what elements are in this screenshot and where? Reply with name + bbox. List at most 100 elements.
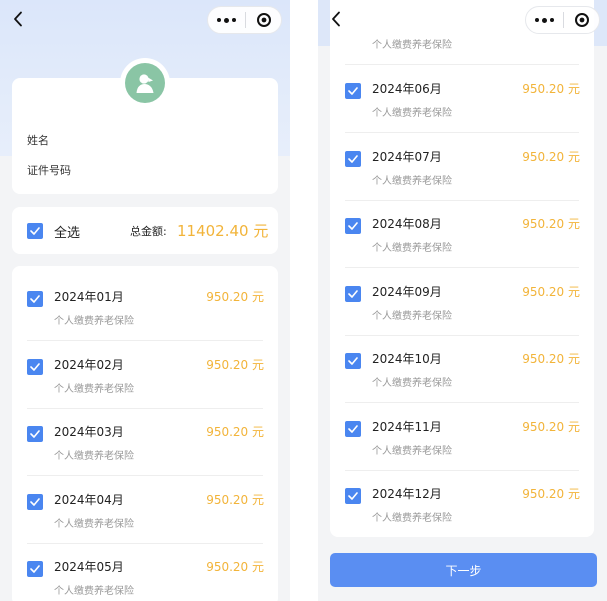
list-item[interactable]: 2024年05月 950.20 元个人缴费养老保险 [12,544,278,601]
list-item[interactable]: 2024年03月 950.20 元个人缴费养老保险 [12,409,278,476]
select-all-bar: 全选 总金额: 11402.40 元 [12,207,278,254]
checkmark-icon [30,227,40,235]
chevron-left-icon [14,11,22,27]
item-checkbox[interactable] [345,218,361,234]
checkmark-icon [30,295,40,303]
checkmark-icon [30,565,40,573]
item-amount: 950.20 元 [206,357,264,372]
item-checkbox[interactable] [345,83,361,99]
list-item[interactable]: 2024年07月 950.20 元个人缴费养老保险 [330,134,594,201]
list-item[interactable]: 2024年01月 950.20 元个人缴费养老保险 [12,274,278,341]
checkmark-icon [30,430,40,438]
item-month: 2024年05月 [54,560,124,574]
item-description: 个人缴费养老保险 [372,175,452,187]
name-label: 姓名 [27,134,49,147]
item-amount: 950.20 元 [206,425,264,439]
checkmark-icon [348,289,358,298]
item-description: 个人缴费养老保险 [54,451,134,462]
item-description: 个人缴费养老保险 [54,383,134,395]
item-month: 2024年03月 [54,425,124,439]
item-description: 个人缴费养老保险 [54,316,134,327]
item-month: 2024年11月 [372,419,442,434]
item-checkbox[interactable] [345,420,361,437]
item-month: 2024年01月 [54,290,124,304]
item-amount: 950.20 元 [206,290,264,304]
item-description: 个人缴费养老保险 [372,243,452,254]
select-all-label: 全选 [54,226,81,241]
more-dots-icon [216,17,238,23]
checkmark-icon [348,492,358,500]
list-item[interactable]: 2024年09月 950.20 元个人缴费养老保险 [330,269,594,336]
item-description: 个人缴费养老保险 [372,445,452,457]
right-screen: 个人缴费养老保险 2024年06月 950.20 元个人缴费养老保险 2024年07… [318,0,607,601]
checkmark-icon [348,357,358,365]
checkmark-icon [30,362,40,371]
item-checkbox[interactable] [345,150,361,167]
more-button[interactable] [208,7,245,33]
item-month: 2024年07月 [372,149,442,164]
more-button[interactable] [526,7,563,33]
checkmark-icon [348,87,358,95]
close-miniprogram-button[interactable] [564,7,599,33]
total-amount-label: 总金额: [130,225,167,238]
back-button[interactable] [325,8,347,30]
mini-program-capsule [525,6,600,34]
target-circle-icon [256,13,271,27]
select-all-checkbox[interactable] [27,223,43,239]
item-month: 2024年09月 [372,284,442,299]
list-item[interactable]: 2024年06月 950.20 元个人缴费养老保险 [330,66,594,133]
chevron-left-icon [332,11,340,27]
list-item[interactable]: 2024年02月 950.20 元个人缴费养老保险 [12,342,278,409]
item-description: 个人缴费养老保险 [54,518,134,530]
item-description: 个人缴费养老保险 [372,513,452,524]
item-amount: 950.20 元 [522,217,580,231]
id-number-label: 证件号码 [27,164,71,177]
avatar [120,58,170,108]
target-circle-icon [574,13,589,27]
item-description: 个人缴费养老保险 [372,108,452,119]
total-amount-value: 11402.40 元 [177,222,269,240]
list-item[interactable]: 2024年11月 950.20 元个人缴费养老保险 [330,404,594,471]
item-checkbox[interactable] [27,358,43,375]
checkmark-icon [30,497,40,506]
item-amount: 950.20 元 [522,352,580,366]
person-silhouette-icon [136,74,154,93]
payment-list: 个人缴费养老保险 2024年06月 950.20 元个人缴费养老保险 2024年07… [330,0,594,537]
checkmark-icon [348,424,358,433]
item-amount: 950.20 元 [522,284,580,299]
item-description: 个人缴费养老保险 [372,378,452,389]
next-step-button[interactable]: 下一步 [330,553,597,587]
item-checkbox[interactable] [27,291,43,307]
item-amount: 950.20 元 [522,487,580,501]
item-checkbox[interactable] [345,488,361,504]
mini-program-capsule [207,6,282,34]
item-description: 个人缴费养老保险 [372,310,452,322]
close-miniprogram-button[interactable] [246,7,281,33]
list-item[interactable]: 2024年10月 950.20 元个人缴费养老保险 [330,336,594,403]
item-month: 2024年08月 [372,217,442,231]
back-button[interactable] [7,8,29,30]
item-description: 个人缴费养老保险 [54,586,134,597]
item-month: 2024年04月 [54,492,124,507]
payment-list: 2024年01月 950.20 元个人缴费养老保险 2024年02月 950.20 元… [12,266,278,601]
item-checkbox[interactable] [27,426,43,442]
item-checkbox[interactable] [27,493,43,510]
item-month: 2024年02月 [54,357,124,372]
left-screen: 姓名 证件号码 全选 总金额: 11402.40 元 2024年01月 950.2… [0,0,290,601]
list-item[interactable]: 2024年08月 950.20 元个人缴费养老保险 [330,201,594,268]
item-amount: 950.20 元 [206,492,264,507]
item-checkbox[interactable] [345,285,361,302]
item-month: 2024年12月 [372,487,442,501]
item-amount: 950.20 元 [522,419,580,434]
item-checkbox[interactable] [27,561,43,577]
checkmark-icon [348,222,358,230]
more-dots-icon [534,17,556,23]
list-item[interactable]: 2024年12月 950.20 元个人缴费养老保险 [330,471,594,537]
item-amount: 950.20 元 [206,560,264,574]
list-item-description: 个人缴费养老保险 [372,40,452,51]
item-month: 2024年10月 [372,352,442,366]
list-divider [345,64,579,65]
list-item[interactable]: 2024年04月 950.20 元个人缴费养老保险 [12,477,278,544]
item-checkbox[interactable] [345,353,361,369]
item-month: 2024年06月 [372,82,442,96]
